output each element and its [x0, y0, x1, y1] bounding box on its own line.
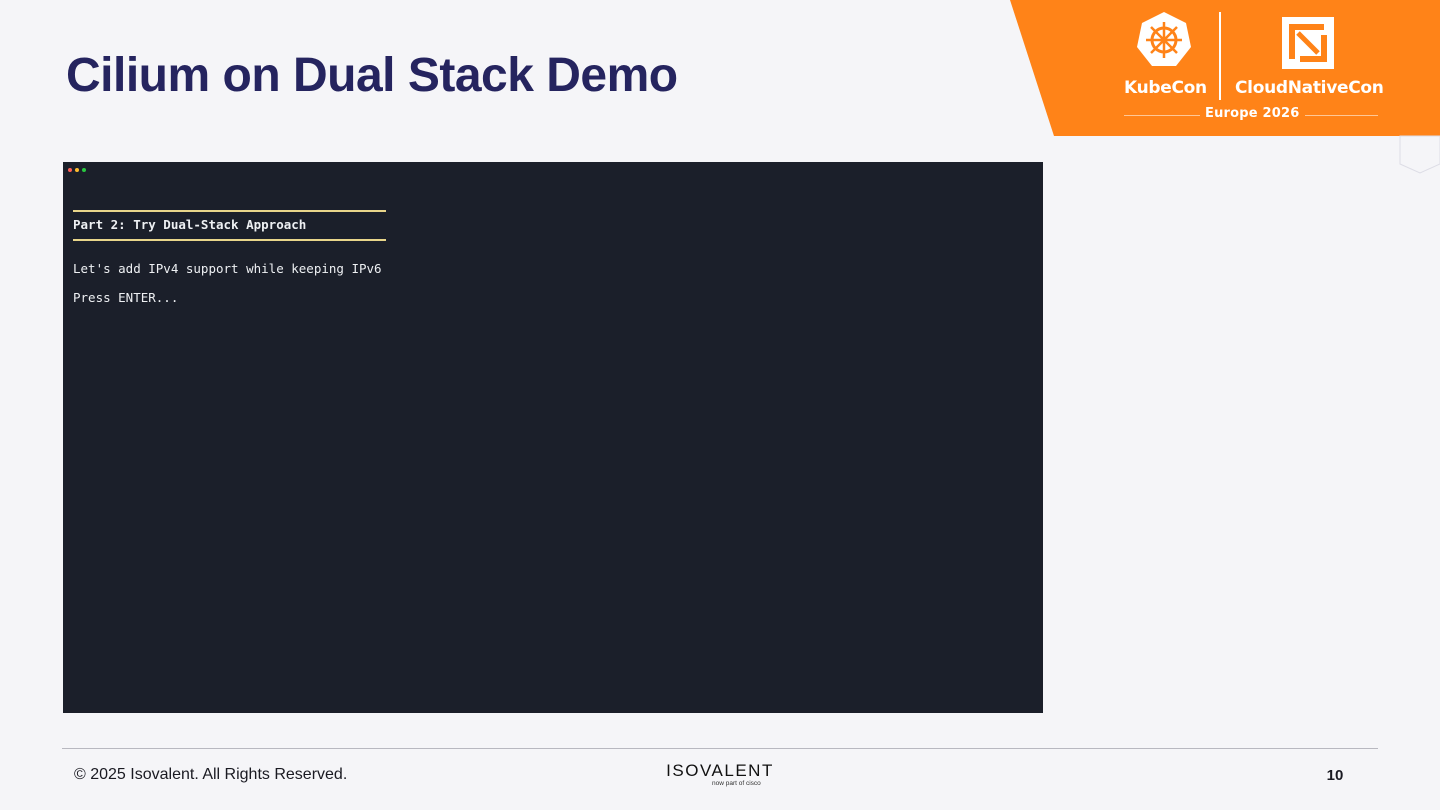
banner-divider — [1219, 12, 1221, 100]
close-dot-icon[interactable] — [68, 168, 72, 172]
terminal-rule-top — [73, 210, 386, 212]
maximize-dot-icon[interactable] — [82, 168, 86, 172]
kubernetes-helm-wheel-icon — [1137, 12, 1191, 66]
terminal-rule-bottom — [73, 239, 386, 241]
terminal-heading: Part 2: Try Dual-Stack Approach — [73, 217, 307, 232]
event-rule-right — [1305, 115, 1378, 116]
copyright-text: © 2025 Isovalent. All Rights Reserved. — [74, 766, 348, 783]
window-controls — [68, 168, 86, 172]
event-edition-label: Europe 2026 — [1205, 106, 1300, 121]
banner-shape — [1010, 0, 1440, 174]
footer-divider — [62, 748, 1378, 749]
terminal-window[interactable]: Part 2: Try Dual-Stack Approach Let's ad… — [63, 162, 1043, 713]
terminal-message: Let's add IPv4 support while keeping IPv… — [73, 261, 382, 276]
event-rule-left — [1124, 115, 1200, 116]
cncf-logo-icon — [1282, 17, 1334, 69]
logo-tagline: now part of cisco — [712, 780, 761, 787]
kubecon-label: KubeCon — [1124, 78, 1207, 98]
isovalent-logo: ISOVALENT now part of cisco — [662, 761, 778, 789]
cloudnativecon-label: CloudNativeCon — [1235, 78, 1384, 98]
terminal-prompt: Press ENTER... — [73, 290, 179, 305]
logo-wordmark: ISOVALENT — [666, 761, 774, 780]
minimize-dot-icon[interactable] — [75, 168, 79, 172]
page-number: 10 — [1326, 767, 1344, 784]
